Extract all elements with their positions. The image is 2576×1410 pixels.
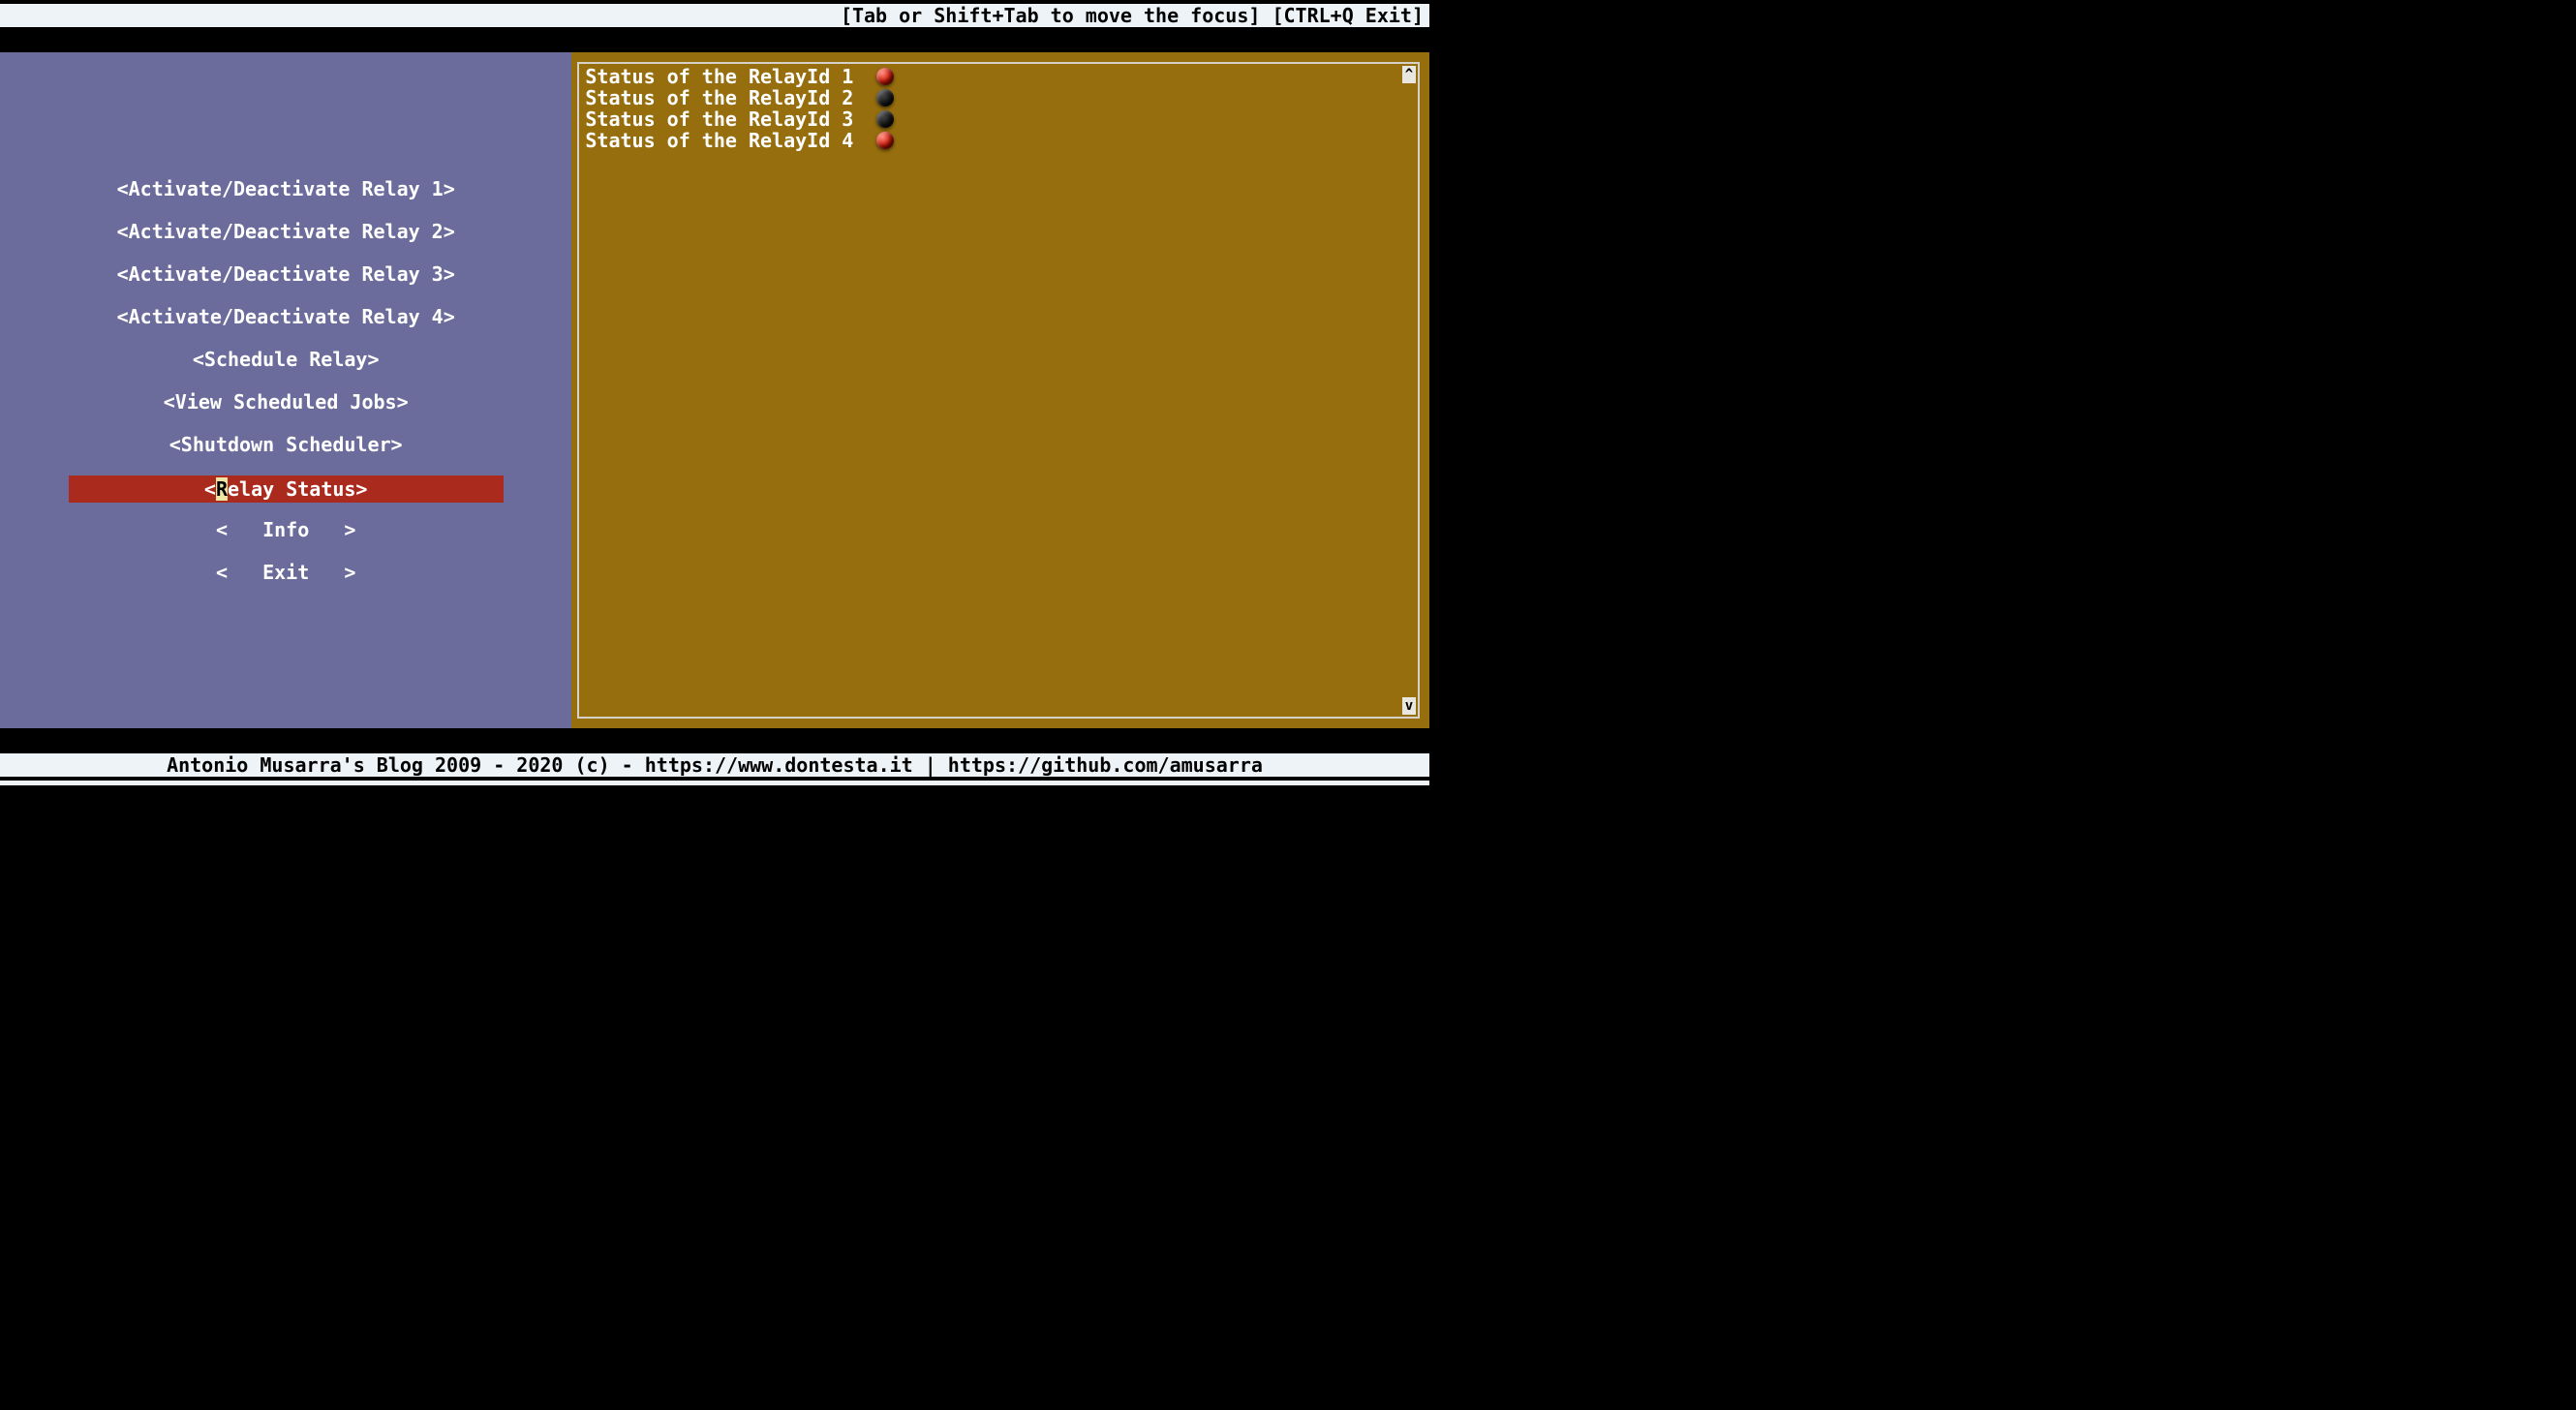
spacer-black-1: [0, 27, 1429, 52]
status-line-1: Status of the RelayId 1: [585, 66, 1412, 87]
menu-item-relay1[interactable]: <Activate/Deactivate Relay 1>: [69, 177, 504, 220]
status-line-3: Status of the RelayId 3: [585, 108, 1412, 130]
menu-item-relay3[interactable]: <Activate/Deactivate Relay 3>: [69, 262, 504, 305]
menu-item-relay2[interactable]: <Activate/Deactivate Relay 2>: [69, 220, 504, 262]
app-screen: [Tab or Shift+Tab to move the focus] [CT…: [0, 0, 1429, 785]
menu-item-relay-status[interactable]: <Relay Status>: [69, 475, 504, 503]
menu-item-relay4[interactable]: <Activate/Deactivate Relay 4>: [69, 305, 504, 348]
menu-item-exit[interactable]: < Exit >: [69, 561, 504, 603]
status-text: Status of the RelayId 1: [585, 65, 865, 88]
status-text: Status of the RelayId 2: [585, 86, 865, 109]
menu-pane: <Activate/Deactivate Relay 1> <Activate/…: [0, 52, 571, 728]
led-red-icon: [876, 132, 894, 149]
bottom-thin-bar: [0, 781, 1429, 785]
status-text: Status of the RelayId 4: [585, 129, 865, 152]
menu-item-shutdown-scheduler[interactable]: <Shutdown Scheduler>: [69, 433, 504, 475]
menu-item-info[interactable]: < Info >: [69, 518, 504, 561]
top-hint-bar: [Tab or Shift+Tab to move the focus] [CT…: [0, 4, 1429, 27]
menu-label-post: elay Status>: [228, 477, 368, 501]
led-red-icon: [876, 68, 894, 85]
scroll-down-button[interactable]: v: [1402, 697, 1416, 715]
status-text: Status of the RelayId 3: [585, 107, 865, 131]
footer-bar: Antonio Musarra's Blog 2009 - 2020 (c) -…: [0, 753, 1429, 777]
spacer-black-2: [0, 728, 1429, 753]
status-line-4: Status of the RelayId 4: [585, 130, 1412, 151]
menu-hotkey: R: [216, 477, 228, 501]
main-area: <Activate/Deactivate Relay 1> <Activate/…: [0, 52, 1429, 728]
led-off-icon: [876, 89, 894, 107]
status-frame: Status of the RelayId 1 Status of the Re…: [577, 62, 1420, 719]
menu-list: <Activate/Deactivate Relay 1> <Activate/…: [69, 177, 504, 603]
menu-label-pre: <: [204, 477, 216, 501]
status-pane: Status of the RelayId 1 Status of the Re…: [571, 52, 1429, 728]
status-line-2: Status of the RelayId 2: [585, 87, 1412, 108]
menu-item-schedule-relay[interactable]: <Schedule Relay>: [69, 348, 504, 390]
led-off-icon: [876, 110, 894, 128]
scroll-up-button[interactable]: ^: [1402, 66, 1416, 83]
menu-item-view-jobs[interactable]: <View Scheduled Jobs>: [69, 390, 504, 433]
